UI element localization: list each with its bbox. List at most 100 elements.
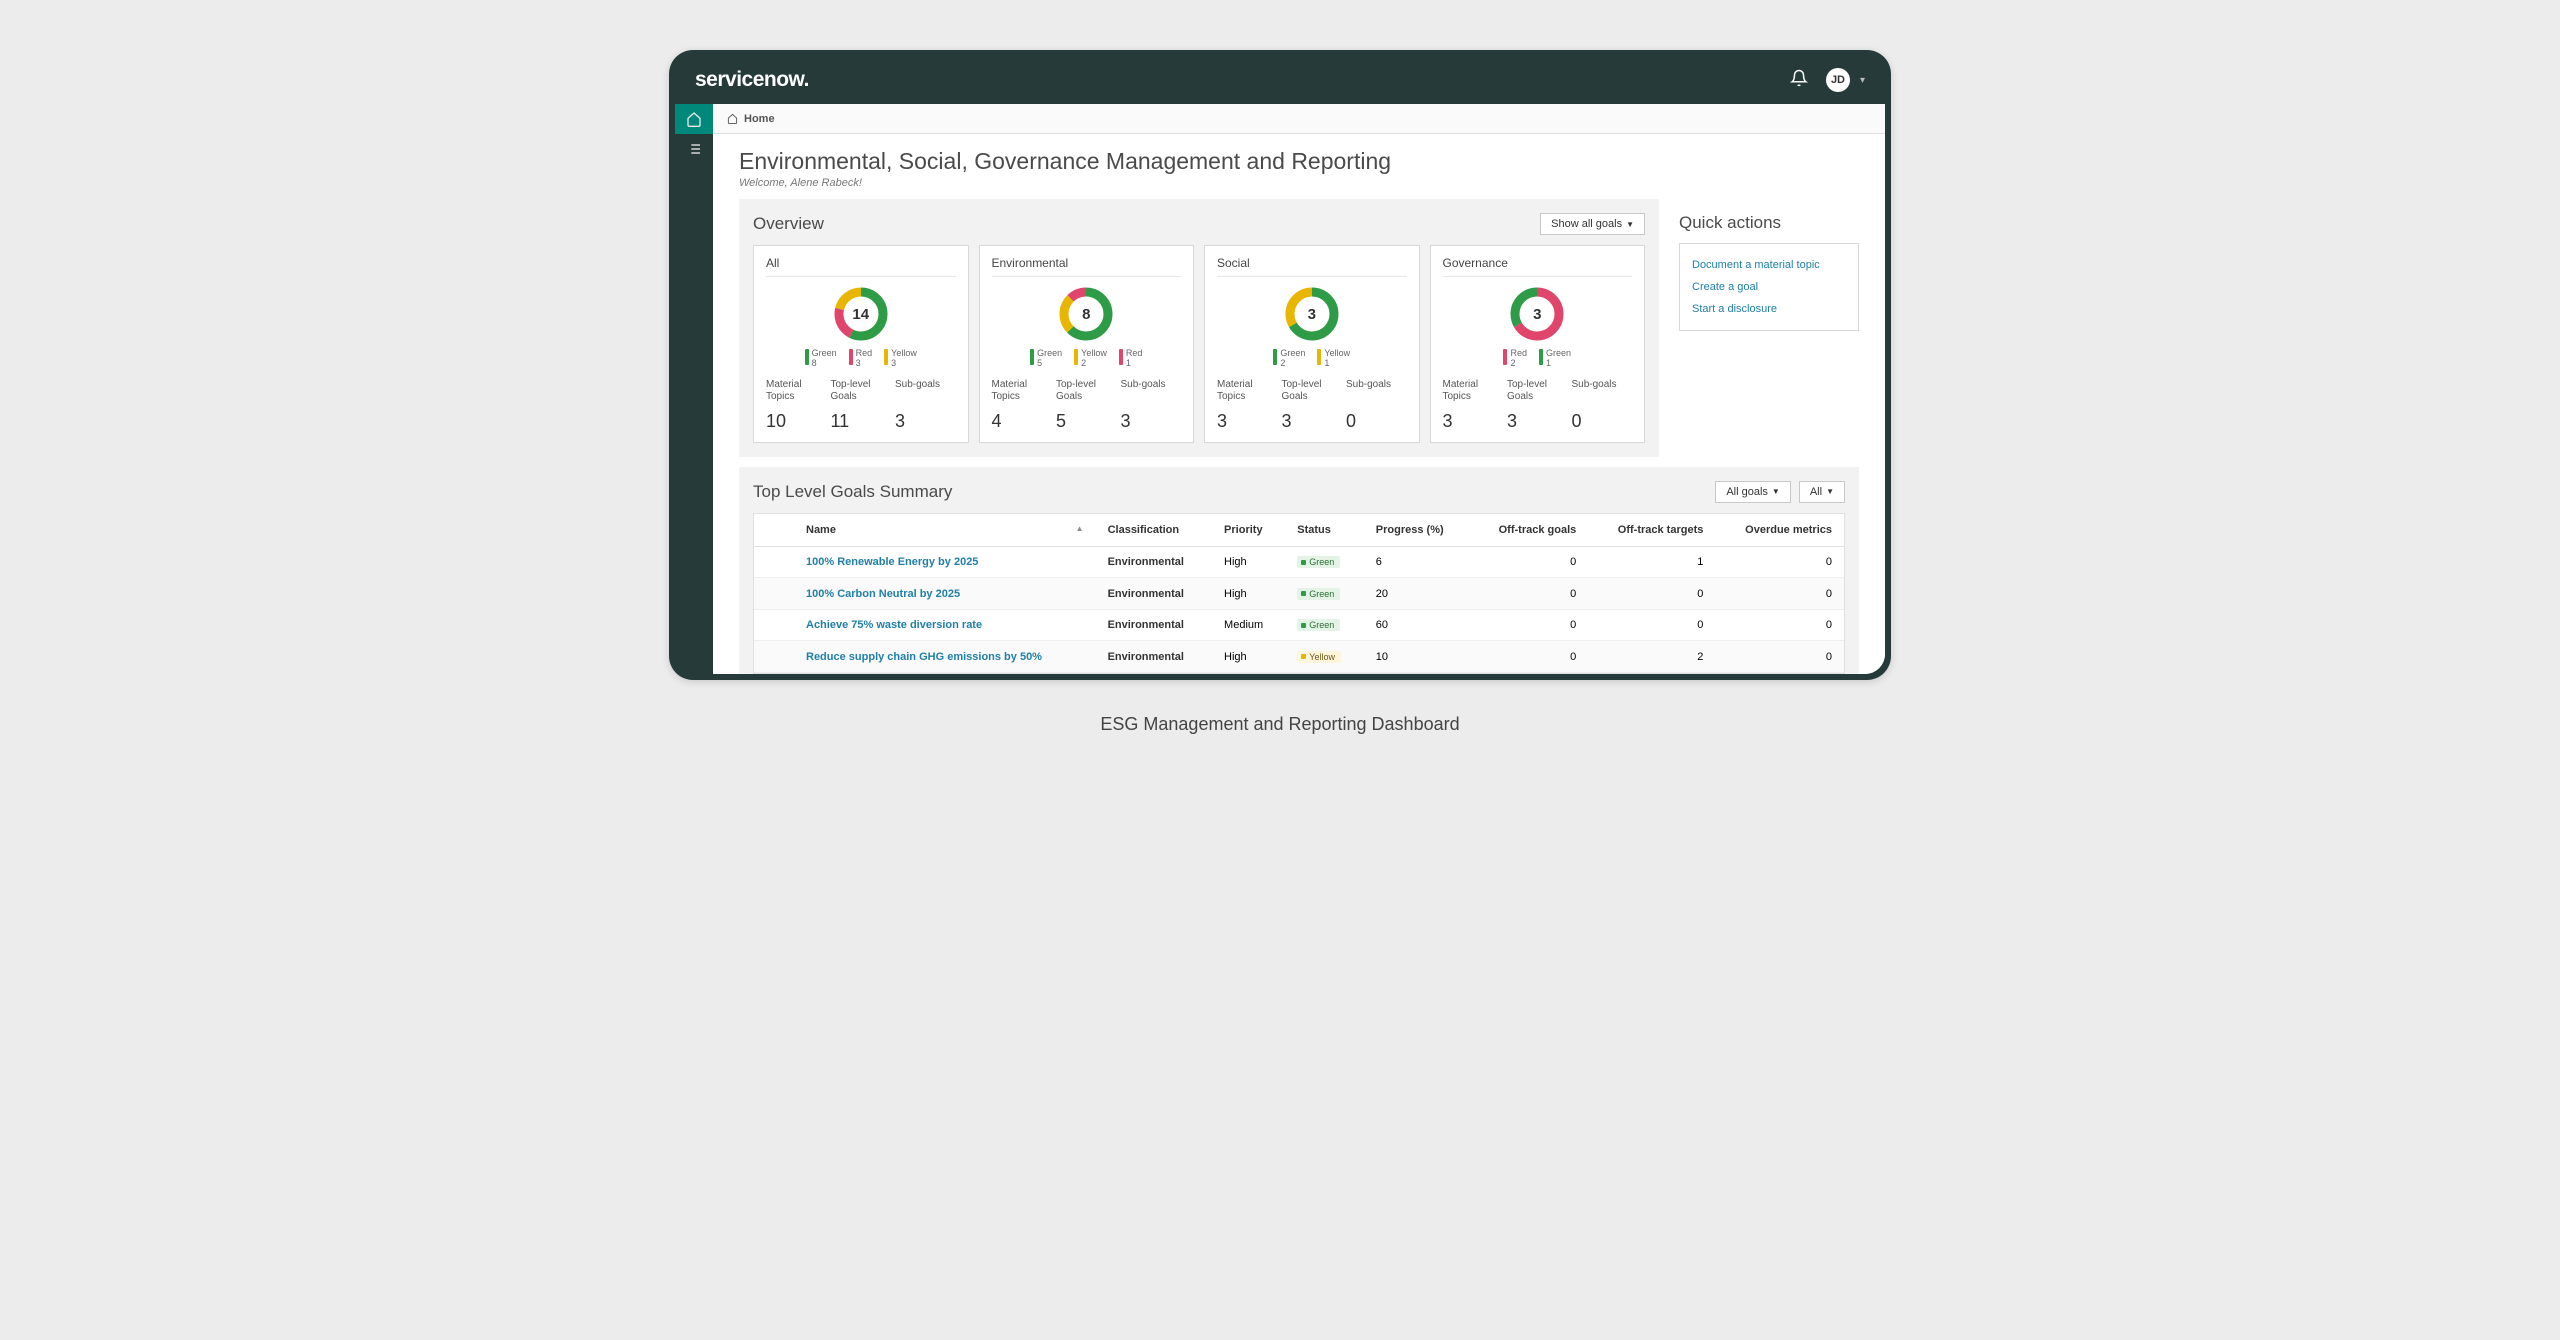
legend-swatch bbox=[805, 349, 809, 365]
legend-value: 1 bbox=[1126, 359, 1143, 369]
status-badge: Green bbox=[1297, 619, 1340, 631]
legend-value: 5 bbox=[1037, 359, 1062, 369]
overview-cards: All 14 Green8 Red3 Yellow3 Material Topi… bbox=[753, 245, 1645, 443]
all-filter-button[interactable]: All ▼ bbox=[1799, 481, 1845, 503]
col-classification[interactable]: Classification bbox=[1096, 514, 1212, 547]
all-goals-filter-button[interactable]: All goals ▼ bbox=[1715, 481, 1791, 503]
sort-asc-icon: ▲ bbox=[1076, 524, 1084, 533]
cell-status: Green bbox=[1285, 609, 1364, 641]
col-off-targets[interactable]: Off-track targets bbox=[1588, 514, 1715, 547]
cell-classification: Environmental bbox=[1096, 546, 1212, 578]
stat-label-sub-goals: Sub-goals bbox=[1572, 379, 1633, 403]
page-header: Environmental, Social, Governance Manage… bbox=[713, 134, 1885, 199]
cell-off-goals: 0 bbox=[1470, 641, 1588, 673]
overview-card[interactable]: Environmental 8 Green5 Yellow2 Red1 Mate… bbox=[979, 245, 1195, 443]
cell-off-targets: 1 bbox=[1588, 546, 1715, 578]
app-row: Home Environmental, Social, Governance M… bbox=[675, 104, 1885, 674]
cell-progress: 10 bbox=[1364, 641, 1471, 673]
cell-classification: Environmental bbox=[1096, 578, 1212, 610]
legend-item: Green2 bbox=[1273, 349, 1305, 369]
donut-wrap: 3 bbox=[1217, 287, 1407, 341]
stat-val-top-level: 3 bbox=[1507, 411, 1568, 432]
stat-val-material: 10 bbox=[766, 411, 827, 432]
col-overdue[interactable]: Overdue metrics bbox=[1715, 514, 1844, 547]
card-stats: Material Topics4 Top-level Goals5 Sub-go… bbox=[992, 379, 1182, 432]
goal-name-link[interactable]: Achieve 75% waste diversion rate bbox=[806, 619, 982, 631]
legend-value: 2 bbox=[1081, 359, 1107, 369]
quick-action-link[interactable]: Create a goal bbox=[1692, 276, 1846, 298]
donut-total: 8 bbox=[1059, 287, 1113, 341]
goal-name-link[interactable]: Reduce supply chain GHG emissions by 50% bbox=[806, 651, 1042, 663]
table-row[interactable]: Reduce supply chain GHG emissions by 50%… bbox=[754, 641, 1844, 673]
donut-chart: 3 bbox=[1285, 287, 1339, 341]
card-stats: Material Topics10 Top-level Goals11 Sub-… bbox=[766, 379, 956, 432]
donut-chart: 3 bbox=[1510, 287, 1564, 341]
legend-swatch bbox=[884, 349, 888, 365]
overview-title: Overview bbox=[753, 214, 824, 234]
card-title: Social bbox=[1217, 256, 1407, 277]
quick-action-link[interactable]: Start a disclosure bbox=[1692, 298, 1846, 320]
cell-status: Green bbox=[1285, 546, 1364, 578]
card-legend: Green2 Yellow1 bbox=[1217, 349, 1407, 369]
chevron-down-icon: ▾ bbox=[1860, 75, 1865, 86]
rail-home-button[interactable] bbox=[675, 104, 713, 134]
donut-wrap: 8 bbox=[992, 287, 1182, 341]
card-stats: Material Topics3 Top-level Goals3 Sub-go… bbox=[1217, 379, 1407, 432]
row-spacer bbox=[754, 641, 794, 673]
cell-overdue: 0 bbox=[1715, 609, 1844, 641]
cell-progress: 6 bbox=[1364, 546, 1471, 578]
overview-card[interactable]: All 14 Green8 Red3 Yellow3 Material Topi… bbox=[753, 245, 969, 443]
goals-title: Top Level Goals Summary bbox=[753, 482, 952, 502]
breadcrumb-home[interactable]: Home bbox=[744, 113, 775, 125]
legend-item: Red3 bbox=[849, 349, 873, 369]
legend-item: Green5 bbox=[1030, 349, 1062, 369]
stat-label-top-level: Top-level Goals bbox=[1507, 379, 1568, 403]
navbar-right: JD ▾ bbox=[1790, 68, 1865, 92]
stat-label-top-level: Top-level Goals bbox=[1282, 379, 1343, 403]
col-off-goals[interactable]: Off-track goals bbox=[1470, 514, 1588, 547]
table-row[interactable]: 100% Renewable Energy by 2025 Environmen… bbox=[754, 546, 1844, 578]
goals-summary-panel: Top Level Goals Summary All goals ▼ All … bbox=[739, 467, 1859, 674]
quick-actions-panel: Quick actions Document a material topicC… bbox=[1679, 199, 1859, 457]
show-all-goals-button[interactable]: Show all goals ▼ bbox=[1540, 213, 1645, 235]
stat-label-material: Material Topics bbox=[766, 379, 827, 403]
stat-val-top-level: 11 bbox=[831, 411, 892, 432]
notifications-button[interactable] bbox=[1790, 69, 1808, 92]
status-badge: Green bbox=[1297, 556, 1340, 568]
legend-swatch bbox=[1539, 349, 1543, 365]
dashboard-caption: ESG Management and Reporting Dashboard bbox=[1100, 714, 1459, 735]
card-legend: Green5 Yellow2 Red1 bbox=[992, 349, 1182, 369]
cell-priority: High bbox=[1212, 578, 1285, 610]
cell-overdue: 0 bbox=[1715, 641, 1844, 673]
donut-total: 3 bbox=[1510, 287, 1564, 341]
quick-actions-box: Document a material topicCreate a goalSt… bbox=[1679, 243, 1859, 331]
legend-item: Green8 bbox=[805, 349, 837, 369]
caret-down-icon: ▼ bbox=[1826, 487, 1834, 496]
overview-card[interactable]: Social 3 Green2 Yellow1 Material Topics3… bbox=[1204, 245, 1420, 443]
status-dot-icon bbox=[1301, 623, 1306, 628]
all-goals-filter-label: All goals bbox=[1726, 486, 1768, 498]
col-name[interactable]: Name▲ bbox=[794, 514, 1096, 547]
stat-val-sub-goals: 3 bbox=[895, 411, 956, 432]
scroll-area[interactable]: Overview Show all goals ▼ All 14 Gr bbox=[713, 199, 1885, 674]
status-dot-icon bbox=[1301, 591, 1306, 596]
table-row[interactable]: 100% Carbon Neutral by 2025 Environmenta… bbox=[754, 578, 1844, 610]
stat-val-material: 3 bbox=[1217, 411, 1278, 432]
user-avatar[interactable]: JD bbox=[1826, 68, 1850, 92]
goal-name-link[interactable]: 100% Carbon Neutral by 2025 bbox=[806, 588, 960, 600]
col-progress[interactable]: Progress (%) bbox=[1364, 514, 1471, 547]
legend-swatch bbox=[1030, 349, 1034, 365]
overview-card[interactable]: Governance 3 Red2 Green1 Material Topics… bbox=[1430, 245, 1646, 443]
show-all-goals-label: Show all goals bbox=[1551, 218, 1622, 230]
cell-priority: High bbox=[1212, 641, 1285, 673]
table-row[interactable]: Achieve 75% waste diversion rate Environ… bbox=[754, 609, 1844, 641]
legend-value: 2 bbox=[1510, 359, 1527, 369]
stat-label-material: Material Topics bbox=[1443, 379, 1504, 403]
col-priority[interactable]: Priority bbox=[1212, 514, 1285, 547]
quick-action-link[interactable]: Document a material topic bbox=[1692, 254, 1846, 276]
goal-name-link[interactable]: 100% Renewable Energy by 2025 bbox=[806, 556, 978, 568]
col-status[interactable]: Status bbox=[1285, 514, 1364, 547]
rail-list-button[interactable] bbox=[675, 134, 713, 164]
quick-actions-title: Quick actions bbox=[1679, 213, 1859, 233]
cell-off-goals: 0 bbox=[1470, 546, 1588, 578]
